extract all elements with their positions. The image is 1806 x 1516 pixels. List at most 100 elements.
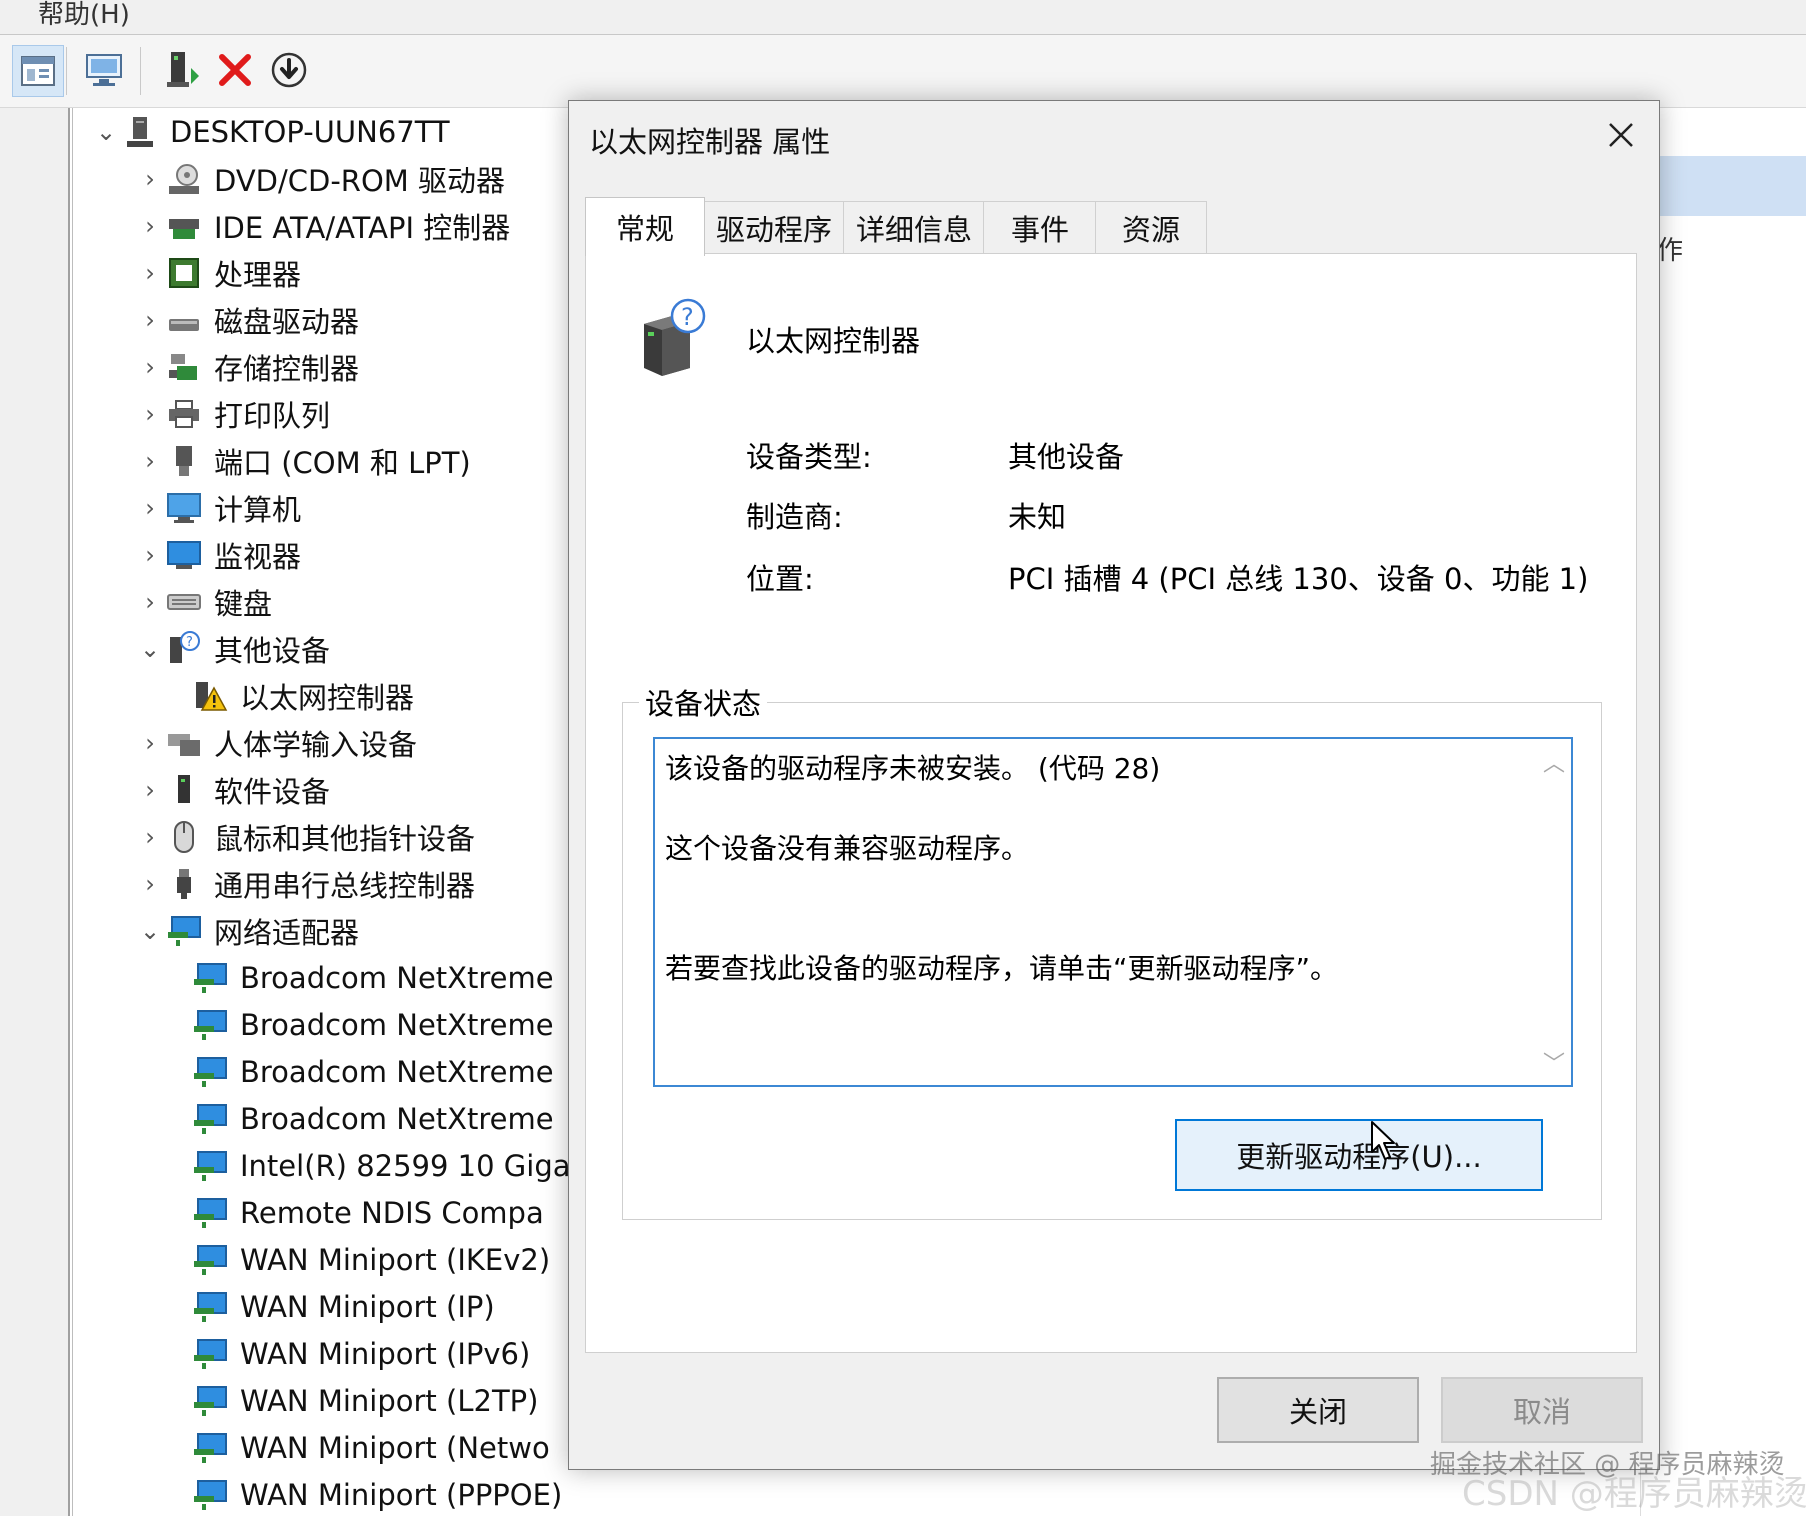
tree-item-other-devices[interactable]: ⌄ ? 其他设备 (136, 626, 330, 672)
tree-item-disk[interactable]: › 磁盘驱动器 (136, 297, 359, 343)
chevron-right-icon[interactable]: › (136, 776, 164, 804)
chevron-right-icon[interactable]: › (136, 400, 164, 428)
tree-item-adapter[interactable]: WAN Miniport (IKEv2) (190, 1237, 550, 1283)
chevron-right-icon[interactable]: › (136, 306, 164, 334)
network-adapter-icon (190, 1052, 230, 1092)
tab-general[interactable]: 常规 (585, 197, 705, 256)
ide-controller-icon (164, 206, 204, 246)
network-adapter-icon (190, 1146, 230, 1186)
tree-item-label: Remote NDIS Compa (240, 1196, 544, 1230)
tree-item-label: 软件设备 (214, 775, 331, 809)
computer-icon (164, 488, 204, 528)
tree-item-ethernet-controller[interactable]: 以太网控制器 (190, 673, 414, 719)
chevron-down-icon[interactable]: ⌄ (136, 635, 164, 663)
tree-item-adapter[interactable]: WAN Miniport (PPPOE) (190, 1472, 562, 1516)
tree-item-adapter[interactable]: WAN Miniport (L2TP) (190, 1378, 538, 1424)
menu-bar: 帮助(H) (0, 0, 1806, 35)
tree-item-dvd[interactable]: › DVD/CD-ROM 驱动器 (136, 156, 505, 202)
unknown-device-icon: ? (164, 629, 204, 669)
tree-item-label: 通用串行总线控制器 (214, 869, 476, 903)
properties-icon[interactable] (12, 45, 64, 97)
watermark-juejin: 掘金技术社区 @ 程序员麻辣烫 (1430, 1450, 1785, 1480)
tree-item-adapter[interactable]: Broadcom NetXtreme (190, 1096, 554, 1142)
svg-text:?: ? (186, 635, 193, 650)
dialog-title: 以太网控制器 属性 (589, 125, 831, 159)
tree-item-network-adapters[interactable]: ⌄ 网络适配器 (136, 908, 359, 954)
chevron-right-icon[interactable]: › (136, 353, 164, 381)
svg-text:?: ? (681, 303, 694, 331)
close-icon[interactable] (1593, 107, 1649, 163)
scroll-up-icon[interactable]: ︿ (1537, 745, 1571, 779)
tree-item-print-queue[interactable]: › 打印队列 (136, 391, 330, 437)
keyboard-icon (164, 582, 204, 622)
tree-item-mouse[interactable]: › 鼠标和其他指针设备 (136, 814, 475, 860)
tree-item-adapter[interactable]: WAN Miniport (Netwo (190, 1425, 550, 1471)
tree-root[interactable]: ⌄ DESKTOP-UUN67TT (92, 109, 450, 155)
tree-item-adapter[interactable]: Broadcom NetXtreme (190, 955, 554, 1001)
processor-icon (164, 253, 204, 293)
tree-item-storage[interactable]: › 存储控制器 (136, 344, 359, 390)
chevron-right-icon[interactable]: › (136, 259, 164, 287)
tree-item-label: 存储控制器 (214, 352, 360, 386)
status-line: 这个设备没有兼容驱动程序。 (665, 832, 1030, 865)
tree-item-software-devices[interactable]: › 软件设备 (136, 767, 330, 813)
disable-icon[interactable] (264, 45, 314, 95)
tree-item-adapter[interactable]: Intel(R) 82599 10 Giga (190, 1143, 571, 1189)
tree-item-label: 网络适配器 (214, 916, 360, 950)
tree-item-ide[interactable]: › IDE ATA/ATAPI 控制器 (136, 203, 510, 249)
close-button[interactable]: 关闭 (1217, 1377, 1419, 1443)
tree-item-adapter[interactable]: Broadcom NetXtreme (190, 1049, 554, 1095)
tree-item-monitor[interactable]: › 监视器 (136, 532, 301, 578)
scroll-down-icon[interactable]: ﹀ (1537, 1045, 1571, 1079)
toolbar (0, 35, 1806, 108)
tab-events[interactable]: 事件 (983, 201, 1097, 254)
cancel-button[interactable]: 取消 (1441, 1377, 1643, 1443)
chevron-right-icon[interactable]: › (136, 729, 164, 757)
chevron-right-icon[interactable]: › (136, 823, 164, 851)
chevron-right-icon[interactable]: › (136, 494, 164, 522)
device-type-label: 设备类型: (746, 440, 872, 474)
uninstall-icon[interactable] (210, 45, 260, 95)
tree-item-label: WAN Miniport (L2TP) (240, 1384, 539, 1418)
scan-hardware-icon[interactable] (80, 45, 130, 95)
chevron-right-icon[interactable]: › (136, 165, 164, 193)
chevron-down-icon[interactable]: ⌄ (136, 917, 164, 945)
tree-item-label: WAN Miniport (PPPOE) (240, 1478, 563, 1512)
tree-item-processor[interactable]: › 处理器 (136, 250, 301, 296)
location-label: 位置: (746, 562, 814, 596)
tab-details[interactable]: 详细信息 (843, 201, 985, 254)
computer-tower-icon (120, 112, 160, 152)
tree-item-label: IDE ATA/ATAPI 控制器 (214, 211, 511, 245)
disk-drive-icon (164, 300, 204, 340)
tree-item-ports[interactable]: › 端口 (COM 和 LPT) (136, 438, 471, 484)
actions-header[interactable] (1641, 156, 1806, 216)
device-status-textbox[interactable]: 该设备的驱动程序未被安装。 (代码 28) 这个设备没有兼容驱动程序。 若要查找… (653, 737, 1573, 1087)
menu-help[interactable]: 帮助(H) (38, 0, 130, 31)
chevron-right-icon[interactable]: › (136, 541, 164, 569)
actions-text: 作 (1657, 236, 1684, 266)
toolbar-separator (140, 47, 141, 95)
chevron-right-icon[interactable]: › (136, 870, 164, 898)
tree-item-adapter[interactable]: Broadcom NetXtreme (190, 1002, 554, 1048)
tree-item-computer[interactable]: › 计算机 (136, 485, 301, 531)
tree-item-usb[interactable]: › 通用串行总线控制器 (136, 861, 475, 907)
tab-resources[interactable]: 资源 (1095, 201, 1207, 254)
status-line: 若要查找此设备的驱动程序，请单击“更新驱动程序”。 (665, 952, 1339, 985)
update-driver-button[interactable]: 更新驱动程序(U)... (1175, 1119, 1543, 1191)
tree-item-adapter[interactable]: WAN Miniport (IPv6) (190, 1331, 530, 1377)
network-adapter-icon (190, 1005, 230, 1045)
tree-item-hid[interactable]: › 人体学输入设备 (136, 720, 417, 766)
software-device-icon (164, 770, 204, 810)
chevron-down-icon[interactable]: ⌄ (92, 118, 120, 146)
update-driver-icon[interactable] (158, 45, 208, 95)
tree-item-label: 计算机 (214, 493, 302, 527)
tree-item-adapter[interactable]: WAN Miniport (IP) (190, 1284, 495, 1330)
tab-driver[interactable]: 驱动程序 (703, 201, 845, 254)
tree-item-keyboard[interactable]: › 键盘 (136, 579, 272, 625)
chevron-right-icon[interactable]: › (136, 588, 164, 616)
status-scrollbar[interactable]: ︿ ﹀ (1537, 739, 1571, 1085)
tree-item-adapter[interactable]: Remote NDIS Compa (190, 1190, 544, 1236)
chevron-right-icon[interactable]: › (136, 212, 164, 240)
tree-item-label: 打印队列 (214, 399, 331, 433)
chevron-right-icon[interactable]: › (136, 447, 164, 475)
